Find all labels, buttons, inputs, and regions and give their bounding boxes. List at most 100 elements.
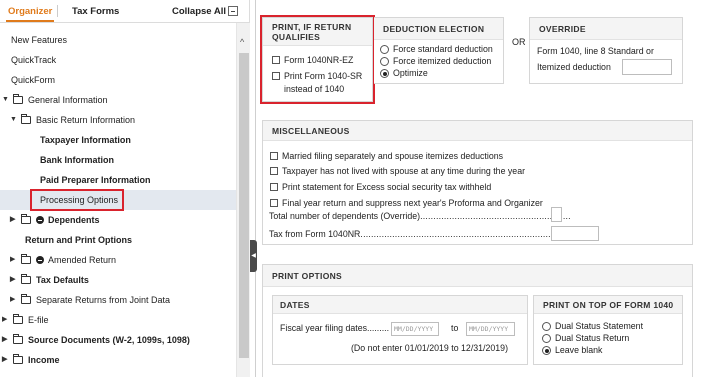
married-separately-checkbox[interactable] [270, 152, 278, 160]
tree-item-label: General Information [28, 95, 108, 105]
miscellaneous-panel: MISCELLANEOUS Married filing separately … [262, 120, 693, 245]
processing-options-form: PRINT, IF RETURN QUALIFIES Form 1040NR-E… [257, 0, 723, 377]
caret-right-icon[interactable]: ▶ [10, 290, 15, 310]
folder-icon [21, 274, 31, 284]
caret-right-icon[interactable]: ▶ [2, 330, 7, 350]
tree-item[interactable]: ▶ Amended Return [0, 250, 236, 270]
navigation-tree: New Features QuickTrack QuickForm ▼ General … [0, 23, 236, 377]
leave-blank-label: Leave blank [555, 345, 603, 355]
force-standard-radio[interactable] [380, 45, 389, 54]
dual-status-statement-radio[interactable] [542, 322, 551, 331]
tree-item[interactable]: QuickForm [0, 70, 236, 90]
print-options-panel: PRINT OPTIONS DATES Fiscal year filing d… [262, 264, 693, 377]
caret-right-icon[interactable]: ▶ [10, 270, 15, 290]
override-panel: OVERRIDE Form 1040, line 8 Standard or I… [529, 17, 683, 84]
caret-right-icon[interactable]: ▶ [10, 210, 15, 230]
caret-right-icon[interactable]: ▶ [10, 250, 15, 270]
tree-item[interactable]: ▶ Source Documents (W-2, 1099s, 1098) [0, 330, 236, 350]
tab-tax-forms[interactable]: Tax Forms [72, 6, 119, 17]
status-dot-icon [36, 216, 44, 224]
tree-item[interactable]: Bank Information [0, 150, 236, 170]
dependents-override-label: Total number of dependents (Override)...… [269, 211, 571, 221]
caret-down-icon[interactable]: ▼ [10, 110, 17, 130]
folder-icon [13, 314, 23, 324]
folder-icon [21, 294, 31, 304]
scrollbar-thumb[interactable] [239, 53, 249, 358]
collapse-all-button[interactable]: Collapse All [172, 6, 226, 17]
collapse-pane-handle-icon[interactable]: ◀ [250, 240, 257, 272]
scroll-up-arrow-icon[interactable]: ^ [240, 37, 244, 47]
tax-1040nr-label: Tax from Form 1040NR....................… [269, 229, 580, 239]
tree-item[interactable]: ▶ Tax Defaults [0, 270, 236, 290]
tree-item[interactable]: ▶ Income [0, 350, 236, 370]
caret-right-icon[interactable]: ▶ [2, 350, 7, 370]
deduction-election-panel: DEDUCTION ELECTION Force standard deduct… [374, 17, 504, 84]
caret-down-icon[interactable]: ▼ [2, 90, 9, 110]
final-year-return-label: Final year return and suppress next year… [282, 198, 543, 208]
tree-item[interactable]: ▶ Dependents [0, 210, 236, 230]
tree-item-label: New Features [11, 35, 68, 45]
folder-icon [21, 254, 31, 264]
folder-icon [13, 354, 23, 364]
final-year-return-checkbox[interactable] [270, 199, 278, 207]
fiscal-dates-dots: ......... [367, 323, 390, 333]
tree-item-label: Paid Preparer Information [40, 175, 151, 185]
tree-item-label: Source Documents (W-2, 1099s, 1098) [28, 335, 190, 345]
tree-item-label: Basic Return Information [36, 115, 136, 125]
folder-icon [13, 334, 23, 344]
fiscal-dates-label: Fiscal year filing dates......... [280, 323, 389, 333]
tree-item[interactable]: Taxpayer Information [0, 130, 236, 150]
deduction-election-header: DEDUCTION ELECTION [374, 18, 503, 40]
tree-item-label: E-file [28, 315, 49, 325]
folder-icon [21, 214, 31, 224]
tree-item[interactable]: QuickTrack [0, 50, 236, 70]
tree-item[interactable]: New Features [0, 30, 236, 50]
tree-item-label: Bank Information [40, 155, 115, 165]
miscellaneous-title: MISCELLANEOUS [272, 126, 350, 136]
fiscal-dates-note: (Do not enter 01/01/2019 to 12/31/2019) [351, 343, 508, 353]
optimize-radio[interactable] [380, 69, 389, 78]
selected-item-highlight [30, 189, 124, 211]
override-title: OVERRIDE [539, 24, 586, 34]
tree-item[interactable]: ▶ Separate Returns from Joint Data [0, 290, 236, 310]
itemized-deduction-override-input[interactable] [622, 59, 672, 75]
tree-item[interactable]: ▼ Basic Return Information [0, 110, 236, 130]
tax-1040nr-input[interactable] [551, 226, 599, 241]
tree-item[interactable]: ▶ E-file [0, 310, 236, 330]
print-if-qualifies-highlight [260, 15, 375, 104]
dependents-override-input[interactable] [551, 207, 562, 222]
override-line1-label: Form 1040, line 8 Standard or [537, 46, 654, 56]
tree-item[interactable]: Return and Print Options [0, 230, 236, 250]
sidebar: Organizer Tax Forms Collapse All New Fea… [0, 0, 250, 377]
excess-ss-tax-label: Print statement for Excess social securi… [282, 182, 492, 192]
to-label: to [451, 323, 459, 333]
tree-item[interactable]: ▼ General Information [0, 90, 236, 110]
override-header: OVERRIDE [530, 18, 682, 40]
tree-item-label: Taxpayer Information [40, 135, 131, 145]
deduction-election-title: DEDUCTION ELECTION [383, 24, 485, 34]
collapse-minus-icon[interactable] [228, 6, 238, 16]
dependents-override-dots: ........................................… [420, 211, 571, 221]
sidebar-scrollbar[interactable]: ^ [236, 23, 250, 377]
tree-item[interactable]: Paid Preparer Information [0, 170, 236, 190]
excess-ss-tax-checkbox[interactable] [270, 183, 278, 191]
dual-status-return-radio[interactable] [542, 334, 551, 343]
tab-divider [57, 5, 58, 17]
dates-panel: DATES Fiscal year filing dates......... … [272, 295, 528, 365]
pane-splitter[interactable] [255, 0, 256, 377]
print-options-title: PRINT OPTIONS [272, 271, 343, 281]
caret-right-icon[interactable]: ▶ [2, 310, 7, 330]
leave-blank-radio[interactable] [542, 346, 551, 355]
status-dot-icon [36, 256, 44, 264]
optimize-label: Optimize [393, 68, 428, 78]
force-itemized-radio[interactable] [380, 57, 389, 66]
tree-item-label: Amended Return [48, 255, 117, 265]
print-options-header: PRINT OPTIONS [263, 265, 692, 287]
tree-item-label: Return and Print Options [25, 235, 132, 245]
tab-organizer[interactable]: Organizer [5, 6, 55, 22]
not-lived-with-spouse-checkbox[interactable] [270, 167, 278, 175]
dates-title: DATES [280, 300, 310, 310]
fiscal-end-date-input[interactable]: MM/DD/YYYY [466, 322, 515, 336]
fiscal-start-date-input[interactable]: MM/DD/YYYY [391, 322, 439, 336]
tree-item-label: Separate Returns from Joint Data [36, 295, 171, 305]
